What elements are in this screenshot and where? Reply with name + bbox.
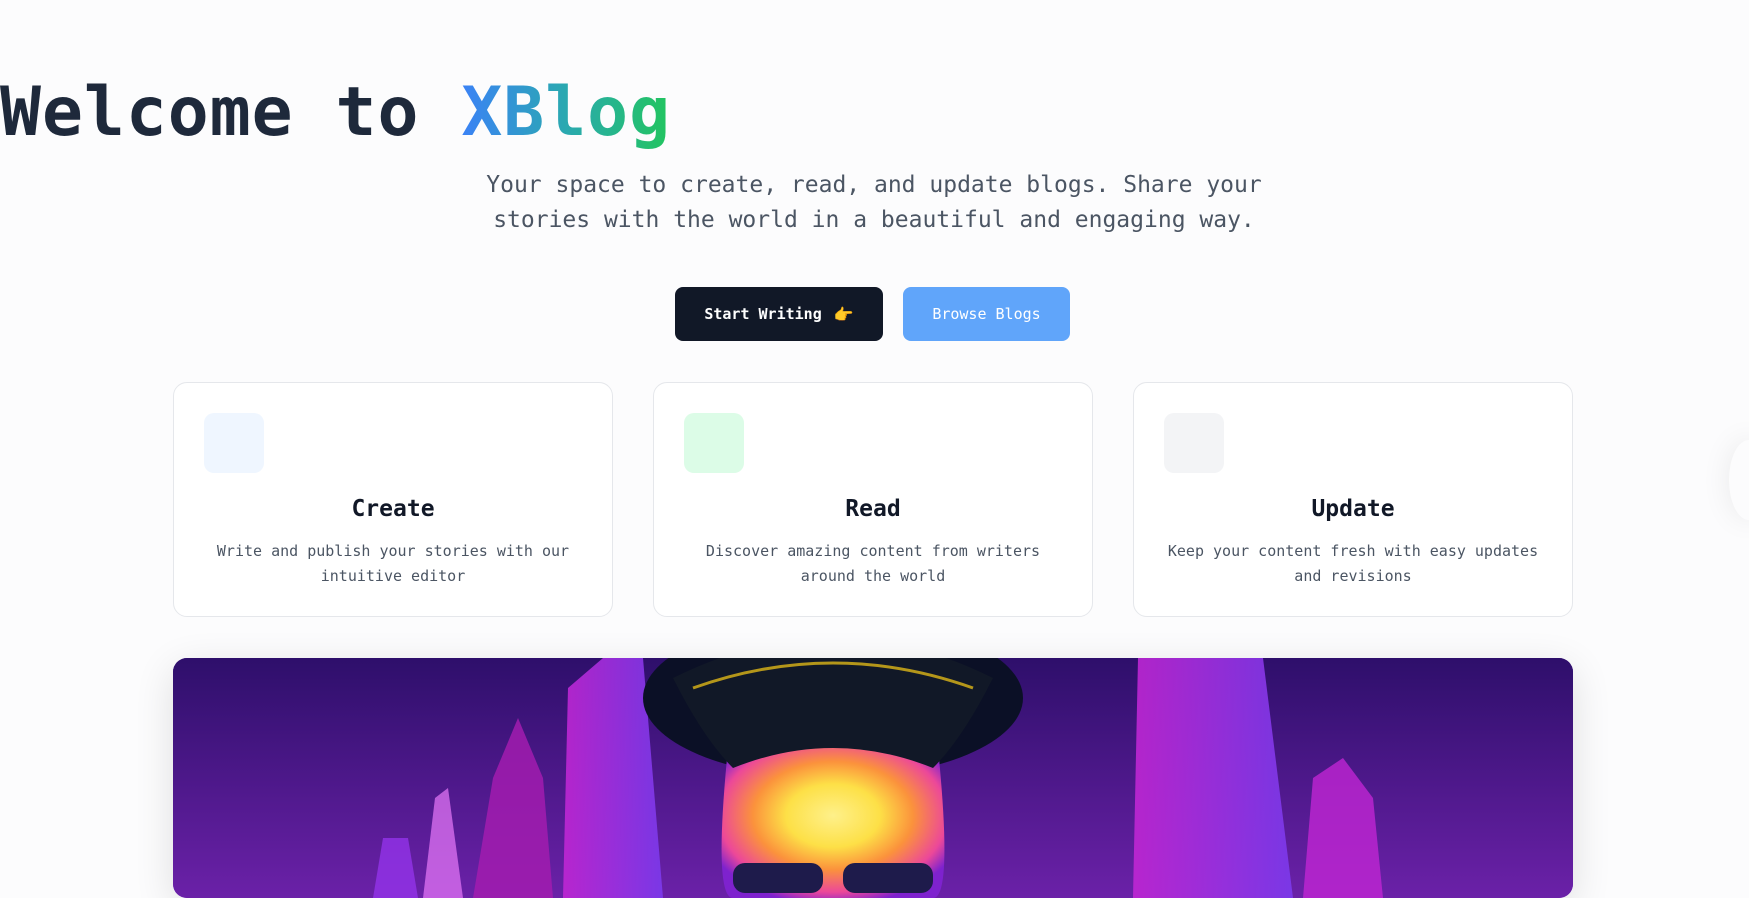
start-writing-button[interactable]: Start Writing 👉 <box>675 287 883 341</box>
pointing-hand-icon: 👉 <box>833 304 854 324</box>
feature-desc-line-1: Discover amazing content from writers <box>705 542 1041 560</box>
feature-card-update: Update Keep your content fresh with easy… <box>1133 382 1573 617</box>
page-title: Welcome to XBlog <box>0 70 1749 156</box>
brand-name: XBlog <box>461 73 672 152</box>
feature-card-create: Create Write and publish your stories wi… <box>173 382 613 617</box>
edge-shadow <box>1729 440 1749 520</box>
feature-desc-line-1: Write and publish your stories with our <box>216 542 570 560</box>
feature-description: Write and publish your stories with our … <box>204 539 582 589</box>
feature-title: Update <box>1311 496 1395 522</box>
subtitle-line-1: Your space to create, read, and update b… <box>486 172 1262 198</box>
feature-title: Create <box>351 496 435 522</box>
update-icon <box>1164 413 1224 473</box>
browse-blogs-label: Browse Blogs <box>932 305 1041 323</box>
feature-description: Discover amazing content from writers ar… <box>684 539 1062 589</box>
browse-blogs-button[interactable]: Browse Blogs <box>903 287 1070 341</box>
feature-desc-line-2: intuitive editor <box>320 567 466 585</box>
start-writing-label: Start Writing <box>704 305 822 323</box>
subtitle-line-2: stories with the world in a beautiful an… <box>493 207 1255 233</box>
feature-card-read: Read Discover amazing content from write… <box>653 382 1093 617</box>
title-prefix: Welcome to <box>0 73 462 152</box>
feature-desc-line-2: and revisions <box>1294 567 1412 585</box>
banner-illustration <box>173 658 1573 898</box>
read-icon <box>684 413 744 473</box>
create-icon <box>204 413 264 473</box>
hero-banner-image <box>173 658 1573 898</box>
hero-subtitle: Your space to create, read, and update b… <box>474 168 1274 238</box>
feature-title: Read <box>845 496 901 522</box>
feature-desc-line-2: around the world <box>800 567 946 585</box>
feature-desc-line-1: Keep your content fresh with easy update… <box>1167 542 1539 560</box>
feature-description: Keep your content fresh with easy update… <box>1164 539 1542 589</box>
